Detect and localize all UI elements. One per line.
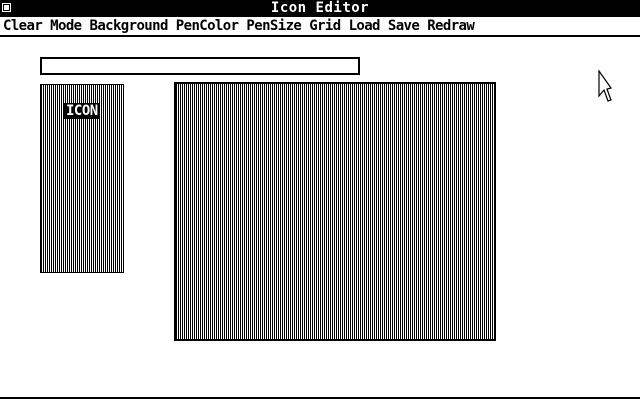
menu-mode[interactable]: Mode [46, 17, 85, 35]
icon-name-input[interactable] [40, 57, 360, 75]
menu-load[interactable]: Load [345, 17, 384, 35]
menu-bar: Clear Mode Background PenColor PenSize G… [0, 17, 640, 35]
icon-editor-screen: Icon Editor Clear Mode Background PenCol… [0, 0, 640, 400]
arrow-pointer-icon [598, 70, 612, 102]
window-title: Icon Editor [270, 0, 370, 16]
menu-save[interactable]: Save [384, 17, 423, 35]
menu-grid[interactable]: Grid [305, 17, 344, 35]
menu-pencolor[interactable]: PenColor [172, 17, 243, 35]
title-bar[interactable]: Icon Editor [0, 0, 640, 17]
bottom-border [0, 397, 640, 399]
icon-preview-label: ICON [64, 103, 100, 119]
menu-background[interactable]: Background [85, 17, 171, 35]
menu-clear[interactable]: Clear [0, 17, 46, 35]
menu-pensize[interactable]: PenSize [242, 17, 305, 35]
menu-divider [0, 35, 640, 37]
menu-redraw[interactable]: Redraw [423, 17, 478, 35]
icon-edit-canvas[interactable] [174, 82, 496, 341]
